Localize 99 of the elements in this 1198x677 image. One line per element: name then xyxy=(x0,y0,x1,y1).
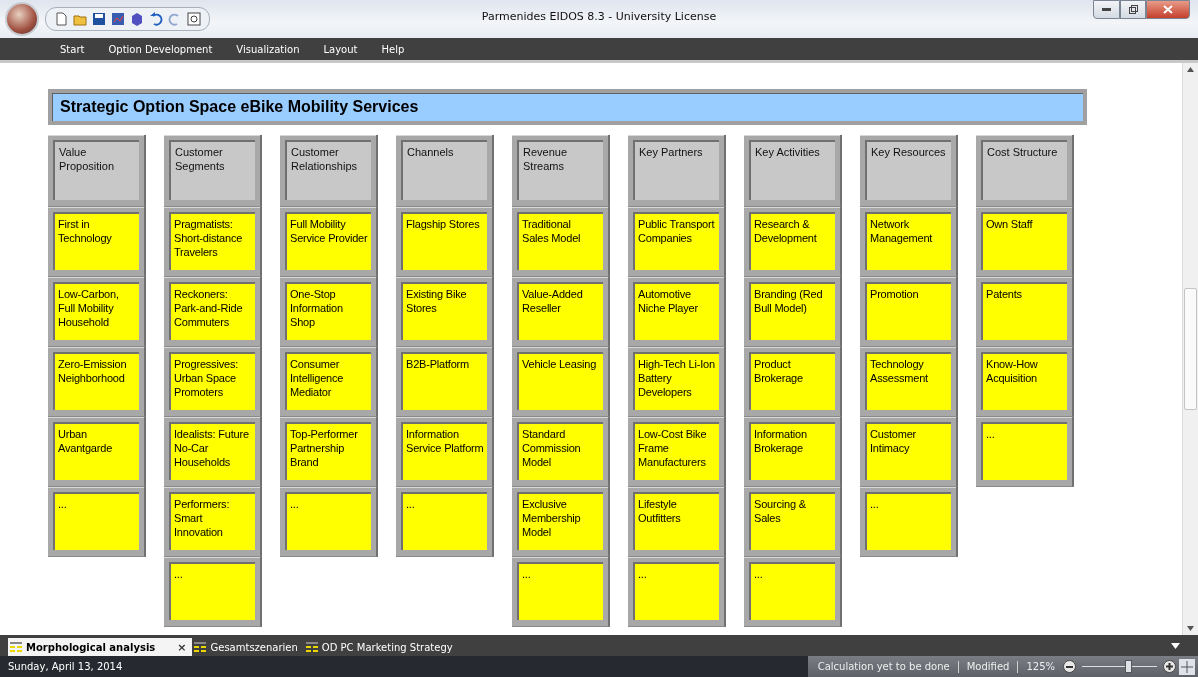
option-cell[interactable]: Automotive Niche Player xyxy=(633,282,719,340)
option-cell[interactable]: Branding (Red Bull Model) xyxy=(749,282,835,340)
option-cell[interactable]: Research & Development xyxy=(749,212,835,270)
slider-thumb[interactable] xyxy=(1124,660,1132,673)
column-header: Cost Structure xyxy=(981,140,1067,200)
column-header: Customer Relationships xyxy=(285,140,371,200)
option-cell[interactable]: ... xyxy=(401,492,487,550)
option-cell[interactable]: Know-How Acquisition xyxy=(981,352,1067,410)
option-cell[interactable]: Technology Assessment xyxy=(865,352,951,410)
document-tab[interactable]: Gesamtszenarien xyxy=(192,638,304,656)
table-icon xyxy=(194,642,207,652)
option-cell[interactable]: Pragmatists: Short-distance Travelers xyxy=(169,212,255,270)
menu-item[interactable]: Start xyxy=(48,38,97,60)
option-cell[interactable]: High-Tech Li-Ion Battery Developers xyxy=(633,352,719,410)
save-icon[interactable] xyxy=(92,12,106,26)
undo-icon[interactable] xyxy=(149,12,163,26)
option-cell[interactable]: ... xyxy=(633,562,719,620)
option-cell[interactable]: Information Brokerage xyxy=(749,422,835,480)
column-header: Key Resources xyxy=(865,140,951,200)
menu-item[interactable]: Layout xyxy=(311,38,370,60)
column-header: Value Proposition xyxy=(53,140,139,200)
scroll-down-icon[interactable] xyxy=(1187,626,1194,631)
option-cell[interactable]: Own Staff xyxy=(981,212,1067,270)
column-header: Revenue Streams xyxy=(517,140,603,200)
open-folder-icon[interactable] xyxy=(73,12,87,26)
option-cell[interactable]: Flagship Stores xyxy=(401,212,487,270)
new-document-icon[interactable] xyxy=(54,12,68,26)
minimize-button[interactable] xyxy=(1093,0,1120,19)
option-cell[interactable]: Zero-Emission Neighborhood xyxy=(53,352,139,410)
option-cell[interactable]: Low-Cost Bike Frame Manufacturers xyxy=(633,422,719,480)
option-cell[interactable]: Information Service Platform xyxy=(401,422,487,480)
modified-status: Modified xyxy=(965,661,1011,672)
document-tab[interactable]: OD PC Marketing Strategy xyxy=(303,638,459,656)
table-icon xyxy=(305,642,318,652)
app-logo[interactable] xyxy=(5,2,39,36)
chart-icon[interactable] xyxy=(111,12,125,26)
option-cell[interactable]: Performers: Smart Innovation xyxy=(169,492,255,550)
minimize-icon xyxy=(1102,8,1111,11)
option-cell[interactable]: Network Management xyxy=(865,212,951,270)
cube-icon[interactable] xyxy=(130,12,144,26)
option-cell[interactable]: ... xyxy=(865,492,951,550)
document-tab[interactable]: Morphological analysis × xyxy=(8,638,193,656)
option-cell[interactable]: Public Transport Companies xyxy=(633,212,719,270)
menu-item[interactable]: Option Development xyxy=(96,38,225,60)
zoom-in-button[interactable] xyxy=(1163,660,1176,673)
column-header: Key Activities xyxy=(749,140,835,200)
zoom-level: 125% xyxy=(1025,661,1056,672)
option-cell[interactable]: Customer Intimacy xyxy=(865,422,951,480)
option-cell[interactable]: Product Brokerage xyxy=(749,352,835,410)
close-icon xyxy=(1163,5,1173,14)
option-cell[interactable]: First in Technology xyxy=(53,212,139,270)
option-cell[interactable]: Full Mobility Service Provider xyxy=(285,212,371,270)
menu-item[interactable]: Help xyxy=(369,38,417,60)
zoom-fit-icon[interactable] xyxy=(187,12,201,26)
restore-button[interactable] xyxy=(1120,0,1146,19)
option-cell[interactable]: Vehicle Leasing xyxy=(517,352,603,410)
close-tab-button[interactable]: × xyxy=(159,640,187,654)
option-cell[interactable]: Existing Bike Stores xyxy=(401,282,487,340)
minus-icon xyxy=(1066,665,1073,668)
column-header: Channels xyxy=(401,140,487,200)
vertical-scrollbar[interactable] xyxy=(1182,63,1198,635)
option-cell[interactable]: Standard Commission Model xyxy=(517,422,603,480)
column-header: Key Partners xyxy=(633,140,719,200)
close-button[interactable] xyxy=(1146,0,1190,19)
option-cell[interactable]: Top-Performer Partnership Brand xyxy=(285,422,371,480)
menu-item[interactable]: Visualization xyxy=(224,38,312,60)
calculation-status: Calculation yet to be done xyxy=(816,661,951,672)
option-cell[interactable]: Lifestyle Outfitters xyxy=(633,492,719,550)
option-cell[interactable]: ... xyxy=(53,492,139,550)
option-cell[interactable]: Idealists: Future No-Car Households xyxy=(169,422,255,480)
option-cell[interactable]: ... xyxy=(981,422,1067,480)
option-cell[interactable]: ... xyxy=(749,562,835,620)
restore-icon xyxy=(1128,5,1138,14)
option-cell[interactable]: Patents xyxy=(981,282,1067,340)
option-cell[interactable]: One-Stop Information Shop xyxy=(285,282,371,340)
dropdown-icon[interactable] xyxy=(1171,643,1180,649)
option-cell[interactable]: Value-Added Reseller xyxy=(517,282,603,340)
option-cell[interactable]: Reckoners: Park-and-Ride Commuters xyxy=(169,282,255,340)
scroll-up-icon[interactable] xyxy=(1187,67,1194,72)
option-cell[interactable]: Consumer Intelligence Mediator xyxy=(285,352,371,410)
option-cell[interactable]: Exclusive Membership Model xyxy=(517,492,603,550)
scroll-thumb[interactable] xyxy=(1184,288,1197,410)
option-cell[interactable]: Urban Avantgarde xyxy=(53,422,139,480)
option-cell[interactable]: Sourcing & Sales xyxy=(749,492,835,550)
option-cell[interactable]: Promotion xyxy=(865,282,951,340)
option-cell[interactable]: ... xyxy=(517,562,603,620)
canvas-title: Strategic Option Space eBike Mobility Services xyxy=(48,89,1087,125)
plus-icon xyxy=(1166,663,1173,670)
zoom-out-button[interactable] xyxy=(1063,660,1076,673)
table-icon xyxy=(10,642,22,652)
status-date: Sunday, April 13, 2014 xyxy=(7,661,124,672)
option-cell[interactable]: ... xyxy=(169,562,255,620)
option-cell[interactable]: Low-Carbon, Full Mobility Household xyxy=(53,282,139,340)
option-cell[interactable]: ... xyxy=(285,492,371,550)
option-cell[interactable]: Progressives: Urban Space Promoters xyxy=(169,352,255,410)
column-header: Customer Segments xyxy=(169,140,255,200)
option-cell[interactable]: Traditional Sales Model xyxy=(517,212,603,270)
window-title: Parmenides EIDOS 8.3 - University License xyxy=(481,10,717,23)
option-cell[interactable]: B2B-Platform xyxy=(401,352,487,410)
